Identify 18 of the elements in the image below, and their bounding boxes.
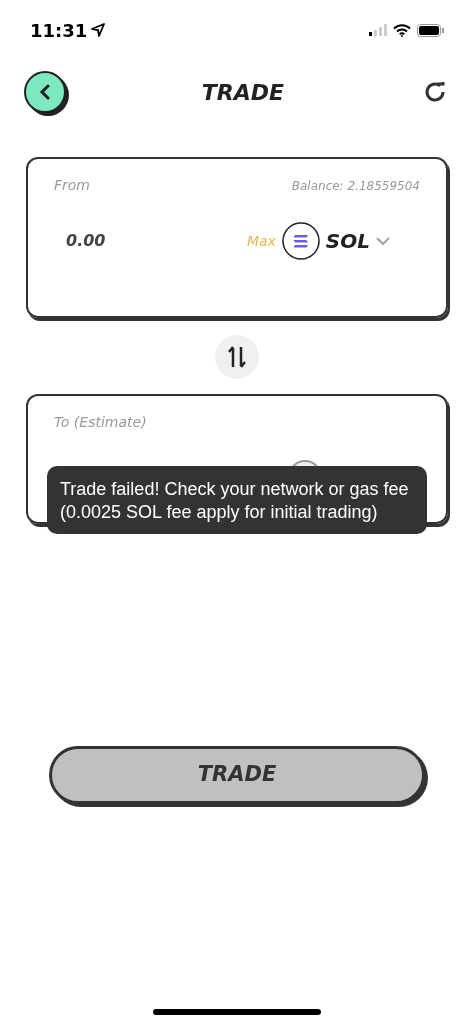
swap-arrows-icon bbox=[228, 345, 246, 369]
battery-icon bbox=[417, 23, 444, 37]
swap-button[interactable] bbox=[215, 335, 259, 379]
amount-field[interactable]: 0.00 bbox=[66, 229, 186, 253]
balance-text: Balance: 2.18559504 bbox=[291, 177, 420, 195]
status-time: 11:31 bbox=[30, 18, 88, 43]
wifi-icon bbox=[393, 23, 411, 37]
to-label: To (Estimate) bbox=[54, 414, 147, 430]
chevron-down-icon bbox=[376, 236, 390, 246]
page-title: TRADE bbox=[201, 78, 285, 107]
signal-icon bbox=[369, 24, 387, 36]
refresh-icon bbox=[423, 80, 447, 104]
back-button[interactable] bbox=[24, 71, 66, 113]
from-label: From bbox=[54, 176, 90, 195]
chevron-left-icon bbox=[39, 84, 51, 100]
token-selector[interactable]: SOL bbox=[281, 222, 390, 260]
error-toast: Trade failed! Check your network or gas fee (0.0025 SOL fee apply for initial trading) bbox=[47, 466, 427, 534]
location-arrow-icon bbox=[91, 23, 106, 37]
